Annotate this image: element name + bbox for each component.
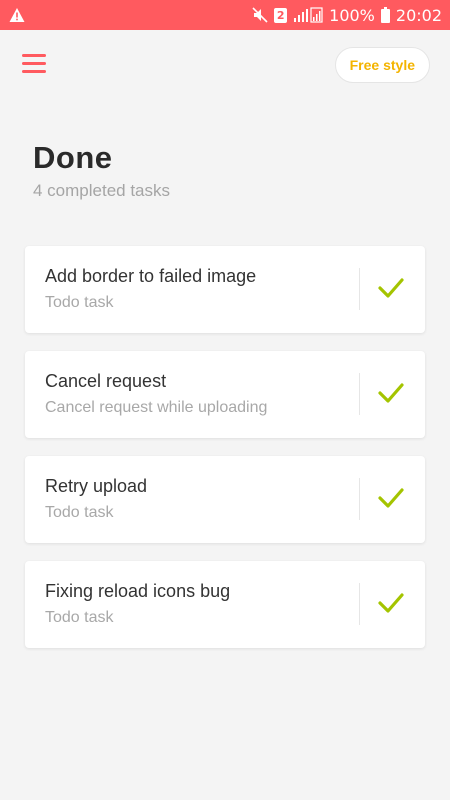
- free-style-button[interactable]: Free style: [334, 47, 430, 83]
- page-subtitle: 4 completed tasks: [33, 181, 171, 200]
- divider: [359, 268, 360, 310]
- task-card[interactable]: Add border to failed image Todo task: [25, 246, 425, 333]
- clock: 20:02: [395, 5, 442, 25]
- hamburger-menu-icon[interactable]: [22, 54, 48, 74]
- status-bar: 2 100% 20:02: [0, 0, 450, 30]
- task-card[interactable]: Cancel request Cancel request while uplo…: [25, 351, 425, 438]
- task-subtitle: Todo task: [45, 504, 114, 521]
- task-title: Fixing reload icons bug: [45, 581, 231, 601]
- checkmark-icon[interactable]: [377, 486, 405, 510]
- battery-percent: 100%: [329, 5, 375, 25]
- warning-icon: [9, 8, 25, 22]
- mute-icon: [252, 7, 268, 23]
- app-bar: Free style: [0, 30, 450, 100]
- task-card[interactable]: Fixing reload icons bug Todo task: [25, 561, 425, 648]
- task-subtitle: Todo task: [45, 609, 114, 626]
- task-title: Cancel request: [45, 371, 167, 391]
- task-list: Add border to failed image Todo task Can…: [25, 246, 425, 666]
- checkmark-icon[interactable]: [377, 381, 405, 405]
- divider: [359, 583, 360, 625]
- task-card[interactable]: Retry upload Todo task: [25, 456, 425, 543]
- sim-badge: 2: [274, 7, 288, 23]
- divider: [359, 373, 360, 415]
- task-subtitle: Todo task: [45, 294, 114, 311]
- battery-icon: [380, 7, 390, 23]
- checkmark-icon[interactable]: [377, 591, 405, 615]
- divider: [359, 478, 360, 520]
- task-subtitle: Cancel request while uploading: [45, 399, 268, 416]
- signal-icon: [294, 7, 323, 23]
- page-title: Done: [33, 140, 113, 175]
- task-title: Retry upload: [45, 476, 148, 496]
- checkmark-icon[interactable]: [377, 276, 405, 300]
- task-title: Add border to failed image: [45, 266, 257, 286]
